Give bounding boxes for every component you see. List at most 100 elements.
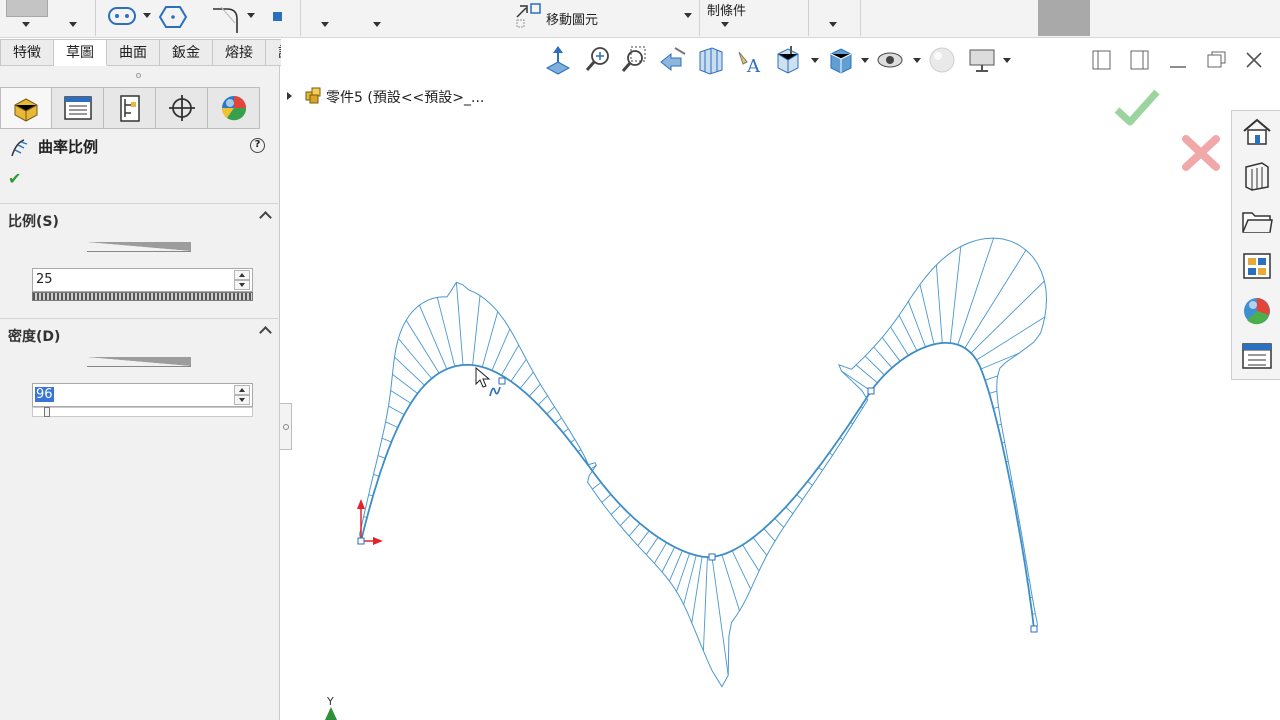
custom-properties-icon[interactable] (1240, 339, 1274, 373)
tab-sheet-metal[interactable]: 鈑金 (160, 39, 213, 66)
spline-point-handle[interactable] (867, 387, 875, 395)
file-explorer-icon[interactable] (1240, 204, 1274, 238)
chevron-up-icon[interactable] (259, 211, 272, 224)
comb-line (592, 481, 602, 490)
polygon-icon[interactable] (158, 3, 188, 31)
density-spinbox[interactable]: 96 (32, 383, 253, 407)
restore-left-icon[interactable] (1090, 48, 1114, 72)
part-icon (305, 87, 321, 104)
chevron-down-icon[interactable] (1003, 58, 1011, 63)
scale-slider[interactable] (32, 292, 253, 301)
tab-surfaces[interactable]: 曲面 (107, 39, 160, 66)
appearances-scenes-icon[interactable] (1240, 294, 1274, 328)
chevron-up-icon[interactable] (259, 326, 272, 339)
density-decrement-button[interactable] (234, 395, 250, 405)
chevron-down-icon[interactable] (861, 58, 869, 63)
scale-decrement-button[interactable] (234, 280, 250, 290)
spline-point-handle[interactable] (498, 377, 506, 385)
comb-line (807, 481, 813, 486)
scale-value[interactable]: 25 (35, 272, 54, 287)
density-slider[interactable] (32, 407, 253, 417)
chevron-down-icon[interactable] (721, 22, 729, 27)
view-palette-icon[interactable] (1240, 249, 1274, 283)
maximize-icon[interactable] (1204, 48, 1228, 72)
chevron-down-icon[interactable] (684, 13, 692, 18)
chevron-down-icon[interactable] (321, 22, 329, 27)
display-style-icon[interactable] (825, 44, 855, 76)
scale-wedge-icon (87, 242, 191, 252)
panel-grip-icon[interactable] (136, 73, 141, 78)
configuration-manager-tab[interactable] (104, 87, 156, 129)
dimxpert-manager-tab[interactable] (156, 87, 208, 129)
move-entities-icon[interactable] (514, 2, 544, 30)
ok-button[interactable]: ✔ (8, 169, 21, 188)
tab-features[interactable]: 特徵 (0, 39, 54, 66)
chevron-down-icon[interactable] (143, 13, 151, 18)
hide-show-items-icon[interactable] (875, 44, 905, 76)
chevron-down-icon[interactable] (829, 22, 837, 27)
restore-right-icon[interactable] (1128, 48, 1152, 72)
point-icon[interactable] (273, 12, 282, 21)
comb-line (763, 528, 776, 542)
view-orientation-icon[interactable] (773, 44, 803, 76)
tree-expand-icon[interactable] (287, 92, 292, 100)
chevron-down-icon[interactable] (22, 22, 30, 27)
comb-line (873, 346, 893, 369)
chevron-down-icon[interactable] (247, 13, 255, 18)
close-icon[interactable] (1242, 48, 1266, 72)
color-swatch-button[interactable] (6, 0, 48, 17)
design-library-icon[interactable] (1240, 159, 1274, 193)
density-increment-button[interactable] (234, 385, 250, 395)
comb-line (637, 530, 650, 546)
scale-group-header[interactable]: 比例(S) (0, 203, 278, 233)
scale-spinbox[interactable]: 25 (32, 268, 253, 292)
help-icon[interactable]: ? (250, 138, 265, 153)
configuration-manager-icon (119, 95, 140, 122)
comb-line (491, 328, 511, 371)
task-pane (1231, 110, 1280, 380)
comb-line (398, 338, 433, 379)
home-icon[interactable] (1240, 115, 1274, 149)
manager-tabs (0, 87, 260, 129)
chevron-down-icon[interactable] (69, 22, 77, 27)
sketch-fillet-icon[interactable] (205, 3, 245, 33)
previous-view-icon[interactable] (657, 44, 687, 76)
confirm-cancel-icon[interactable] (1181, 134, 1221, 172)
scale-increment-button[interactable] (234, 270, 250, 280)
chevron-down-icon[interactable] (811, 58, 819, 63)
feature-tree-crumb[interactable]: 零件5 (預設<<預設>_... (326, 87, 484, 107)
feature-manager-tab[interactable] (0, 87, 52, 129)
active-ribbon-button[interactable] (1038, 0, 1090, 36)
display-manager-tab[interactable] (208, 87, 260, 129)
property-manager-icon (63, 96, 92, 120)
view-settings-icon[interactable] (967, 44, 997, 76)
property-manager-title: 曲率比例 (38, 138, 99, 156)
move-entities-label[interactable]: 移動圖元 (546, 9, 598, 28)
comb-line (964, 249, 1027, 349)
tab-weldments[interactable]: 熔接 (213, 39, 266, 66)
appearance-icon[interactable] (927, 44, 957, 76)
spline-point-handle[interactable] (1030, 625, 1038, 633)
zoom-to-area-icon[interactable] (619, 44, 649, 76)
density-group-header[interactable]: 密度(D) (0, 318, 278, 348)
confirm-ok-icon[interactable] (1113, 88, 1161, 128)
minimize-icon[interactable] (1166, 48, 1190, 72)
chevron-down-icon[interactable] (373, 22, 381, 27)
straight-slot-icon[interactable] (108, 7, 136, 25)
normal-to-icon[interactable] (543, 44, 573, 76)
density-value[interactable]: 96 (35, 387, 54, 402)
panel-splitter[interactable] (280, 403, 292, 450)
section-view-icon[interactable] (695, 44, 725, 76)
density-slider-thumb[interactable] (44, 407, 50, 417)
spline-point-handle[interactable] (708, 553, 716, 561)
tab-sketch[interactable]: 草圖 (54, 39, 107, 66)
property-manager-tab[interactable] (52, 87, 104, 129)
chevron-down-icon[interactable] (913, 58, 921, 63)
display-relations-label[interactable]: 制條件 (707, 0, 746, 19)
dynamic-annotation-icon[interactable]: A (733, 44, 763, 76)
zoom-to-fit-icon[interactable] (583, 44, 613, 76)
comb-line (980, 352, 1020, 370)
sketch-canvas[interactable]: Y (281, 39, 1280, 720)
comb-line (881, 337, 901, 362)
comb-line (645, 536, 659, 555)
